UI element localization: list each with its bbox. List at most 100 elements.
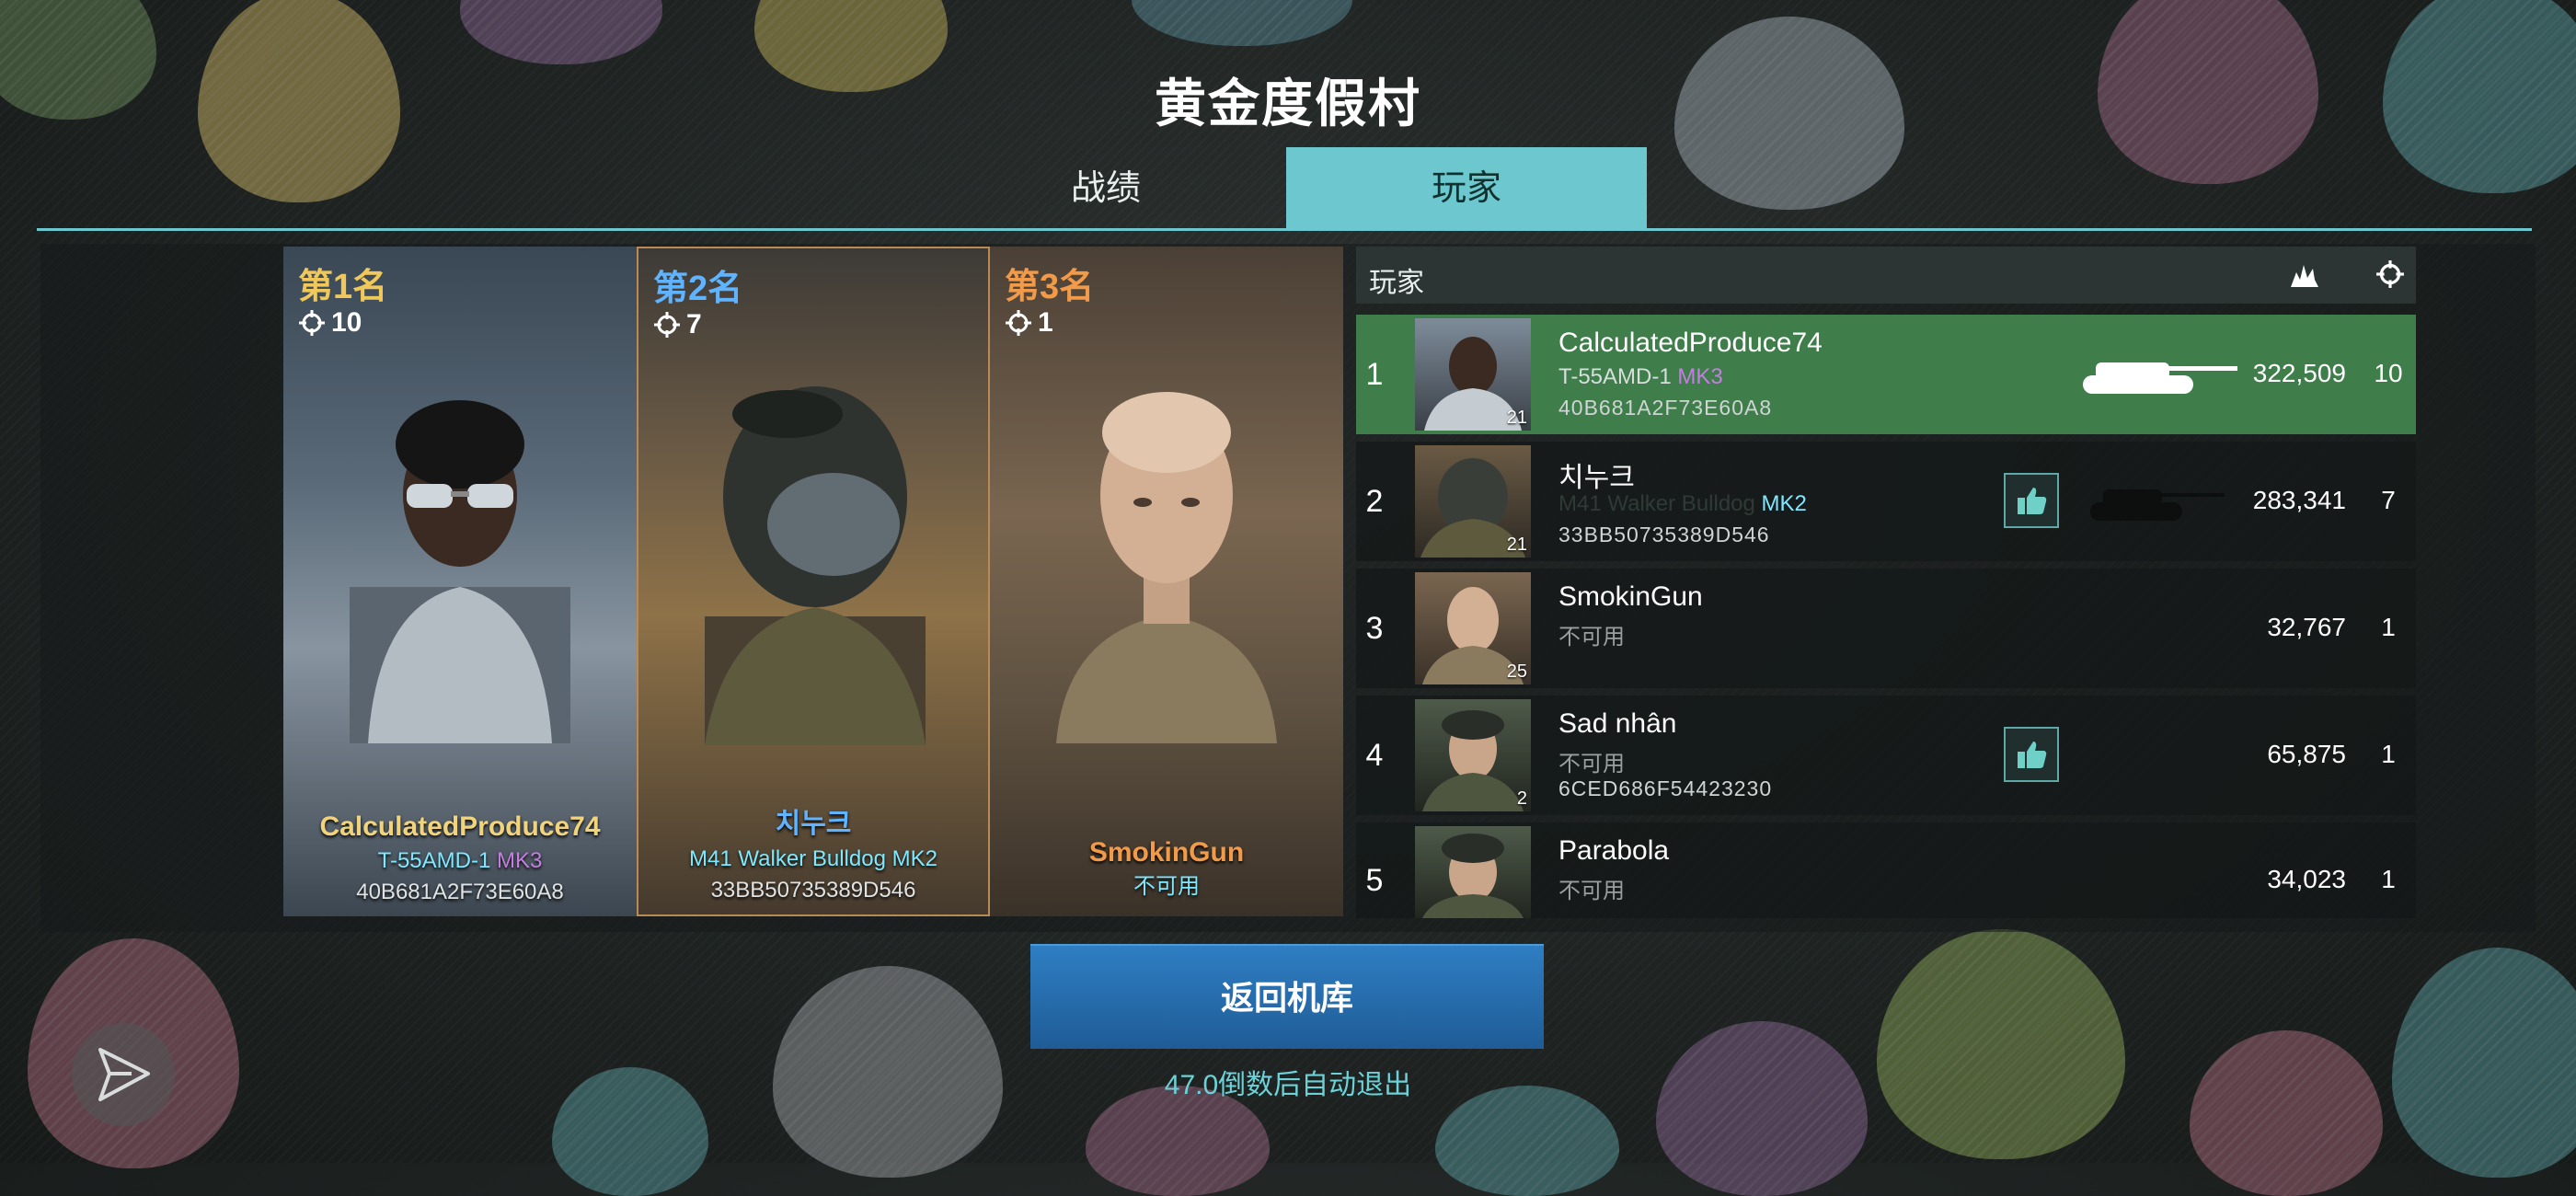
podium-rank-1: 第1名 xyxy=(298,268,388,306)
player-id: 40B681A2F73E60A8 xyxy=(1558,396,1773,420)
player-score: 32,767 xyxy=(2267,613,2346,641)
tab-battle-stats[interactable]: 战绩 xyxy=(926,147,1286,230)
crosshair-icon xyxy=(2376,260,2404,288)
vehicle-mark: MK3 xyxy=(497,848,543,873)
avatar-portrait xyxy=(1422,710,1524,811)
podium-vehicle-2: M41 Walker Bulldog MK2 xyxy=(638,846,988,872)
player-vehicle: T-55AMD-1 MK3 xyxy=(1558,364,1723,390)
player-kills: 7 xyxy=(2381,486,2396,514)
player-kills: 10 xyxy=(2374,359,2403,387)
player-row-1[interactable]: 1 21 CalculatedProduce74 T-55AMD-1 MK3 4… xyxy=(1356,315,2416,434)
player-name: 치누크 xyxy=(1558,463,1635,493)
podium-vehicle-1: T-55AMD-1 MK3 xyxy=(283,848,637,874)
player-score: 322,509 xyxy=(2252,359,2346,387)
player-score: 65,875 xyxy=(2267,740,2346,768)
player-name: CalculatedProduce74 xyxy=(1558,328,1823,358)
egg-decoration xyxy=(1435,1086,1619,1196)
player-vehicle: 不可用 xyxy=(1558,752,1625,776)
podium-card-2[interactable]: 第2名 7 치누크 M41 Walker Bulldog MK2 33BB507… xyxy=(637,247,990,916)
player-level: 25 xyxy=(1506,661,1527,682)
vehicle-name: M41 Walker Bulldog xyxy=(689,846,886,871)
navigation-button[interactable] xyxy=(72,1023,175,1126)
player-row-4[interactable]: 4 2 Sad nhân 不可用 6CED686F54423230 65,875… xyxy=(1356,696,2416,815)
crosshair-icon xyxy=(299,310,325,336)
podium-rank-2: 第2名 xyxy=(653,270,743,308)
podium-card-1[interactable]: 第1名 10 CalculatedProduce74 T-55AMD-1 MK3… xyxy=(283,247,637,916)
egg-decoration xyxy=(1656,1021,1868,1196)
players-header-label: 玩家 xyxy=(1369,268,1424,298)
egg-decoration xyxy=(2190,1030,2383,1196)
map-title: 黄金度假村 xyxy=(1155,75,1421,132)
soldier-portrait-1 xyxy=(350,400,570,743)
player-vehicle: 不可用 xyxy=(1558,625,1625,650)
player-avatar: 21 xyxy=(1415,445,1531,558)
player-avatar: 25 xyxy=(1415,572,1531,684)
podium-player-name-2: 치누크 xyxy=(775,809,852,839)
podium-card-3[interactable]: 第3名 1 SmokinGun 不可用 xyxy=(990,247,1343,916)
player-level: 21 xyxy=(1506,408,1527,428)
vehicle-name: T-55AMD-1 xyxy=(1558,364,1672,389)
podium-kills-1: 10 xyxy=(298,307,362,339)
player-level: 2 xyxy=(1516,788,1527,809)
player-row-2[interactable]: 2 21 치누크 M41 Walker Bulldog MK2 33BB5073… xyxy=(1356,442,2416,561)
vehicle-mark: MK2 xyxy=(891,846,937,871)
vehicle-name: M41 Walker Bulldog xyxy=(1558,491,1755,516)
kills-value: 10 xyxy=(331,307,362,338)
player-level: 21 xyxy=(1506,535,1527,555)
player-row-5[interactable]: 5 Parabola 不可用 34,023 1 xyxy=(1356,822,2416,918)
player-vehicle: M41 Walker Bulldog MK2 xyxy=(1558,491,1807,517)
egg-decoration xyxy=(1132,0,1352,46)
player-score: 34,023 xyxy=(2267,865,2346,893)
tab-players[interactable]: 玩家 xyxy=(1286,147,1647,230)
player-avatar: 21 xyxy=(1415,318,1531,431)
avatar-portrait xyxy=(1422,834,1524,918)
podium-vehicle-3: 不可用 xyxy=(1133,874,1200,899)
crosshair-icon xyxy=(1006,310,1031,336)
podium-kills-3: 1 xyxy=(1005,307,1053,339)
player-score: 283,341 xyxy=(2252,486,2346,514)
egg-decoration xyxy=(1877,929,2125,1159)
player-id: 6CED686F54423230 xyxy=(1558,776,1773,800)
send-arrow-icon xyxy=(98,1048,150,1101)
explosion-icon xyxy=(2291,265,2318,287)
row-rank: 4 xyxy=(1365,738,1384,773)
tab-bar: 战绩 玩家 xyxy=(0,147,2576,230)
thumbs-up-icon xyxy=(2018,488,2047,514)
tab-underline xyxy=(37,228,2532,231)
podium-player-name-3: SmokinGun xyxy=(1088,837,1245,868)
row-rank: 5 xyxy=(1365,863,1384,898)
player-name: Parabola xyxy=(1558,835,1670,866)
podium-player-name-1: CalculatedProduce74 xyxy=(319,811,601,842)
vehicle-mark: MK2 xyxy=(1761,491,1807,516)
row-rank: 2 xyxy=(1365,484,1384,519)
row-rank: 3 xyxy=(1365,611,1384,646)
soldier-portrait-3 xyxy=(1056,392,1277,743)
crosshair-icon xyxy=(654,312,680,338)
thumbs-up-icon xyxy=(2018,742,2047,768)
podium-rank-3: 第3名 xyxy=(1005,268,1095,306)
vehicle-mark: MK3 xyxy=(1677,364,1723,389)
player-name: Sad nhân xyxy=(1558,708,1677,739)
player-id: 33BB50735389D546 xyxy=(1558,523,1770,546)
return-to-hangar-button[interactable]: 返回机库 xyxy=(1030,944,1544,1049)
auto-exit-countdown: 47.0倒数后自动退出 xyxy=(1164,1070,1412,1100)
egg-decoration xyxy=(1086,1086,1270,1196)
like-button[interactable] xyxy=(2004,727,2059,782)
player-row-3[interactable]: 3 25 SmokinGun 不可用 32,767 1 xyxy=(1356,569,2416,688)
podium-kills-2: 7 xyxy=(653,309,702,340)
tank-icon xyxy=(2090,489,2225,521)
vehicle-name: T-55AMD-1 xyxy=(377,848,491,873)
row-rank: 1 xyxy=(1365,357,1384,392)
players-table-header: 玩家 xyxy=(1356,247,2416,304)
like-button[interactable] xyxy=(2004,473,2059,528)
player-kills: 1 xyxy=(2381,613,2396,641)
player-name: SmokinGun xyxy=(1558,581,1703,612)
soldier-portrait-2 xyxy=(705,386,926,745)
player-kills: 1 xyxy=(2381,865,2396,893)
player-avatar: 2 xyxy=(1415,699,1531,811)
tank-icon xyxy=(2083,362,2237,394)
egg-decoration xyxy=(460,0,662,64)
kills-value: 1 xyxy=(1038,307,1053,338)
player-vehicle: 不可用 xyxy=(1558,879,1625,903)
player-avatar xyxy=(1415,826,1531,918)
